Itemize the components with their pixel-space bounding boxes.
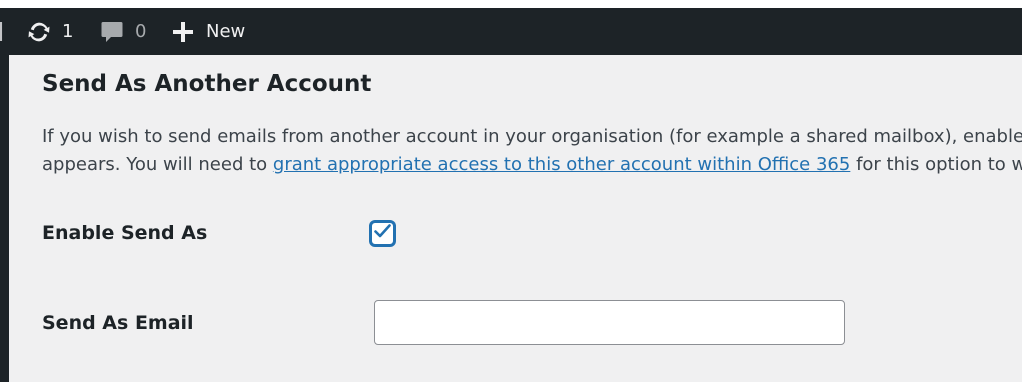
- updates-count: 1: [62, 21, 74, 42]
- admin-bar-menu-edge[interactable]: ┃: [0, 8, 6, 55]
- comment-bubble-icon: [100, 19, 124, 45]
- menu-edge-icon: ┃: [0, 22, 6, 41]
- grant-access-link[interactable]: grant appropriate access to this other a…: [273, 154, 850, 175]
- settings-panel: Send As Another Account If you wish to s…: [9, 55, 1022, 382]
- enable-send-as-checkbox[interactable]: [370, 221, 395, 246]
- admin-bar: ┃ 1 0 New: [0, 8, 1022, 55]
- enable-send-as-label: Enable Send As: [42, 222, 208, 244]
- description-text-before-link: appears. You will need to: [42, 154, 273, 175]
- description-line-2: appears. You will need to grant appropri…: [42, 151, 1022, 179]
- new-label: New: [206, 21, 246, 42]
- comments-button[interactable]: 0: [100, 8, 146, 55]
- section-description: If you wish to send emails from another …: [42, 123, 1022, 179]
- admin-menu-edge: [0, 55, 9, 382]
- send-as-email-label: Send As Email: [42, 312, 194, 334]
- updates-button[interactable]: 1: [25, 8, 73, 55]
- checkmark-icon: [374, 224, 391, 243]
- comments-count: 0: [135, 21, 147, 42]
- window-top-strip: [0, 0, 1022, 8]
- description-line-1: If you wish to send emails from another …: [42, 126, 1022, 147]
- description-text-after-link: for this option to work.: [856, 154, 1022, 175]
- new-content-button[interactable]: New: [172, 8, 245, 55]
- send-as-email-input[interactable]: [374, 300, 845, 345]
- plus-icon: [172, 21, 194, 43]
- refresh-icon: [25, 18, 53, 46]
- section-title: Send As Another Account: [42, 71, 372, 97]
